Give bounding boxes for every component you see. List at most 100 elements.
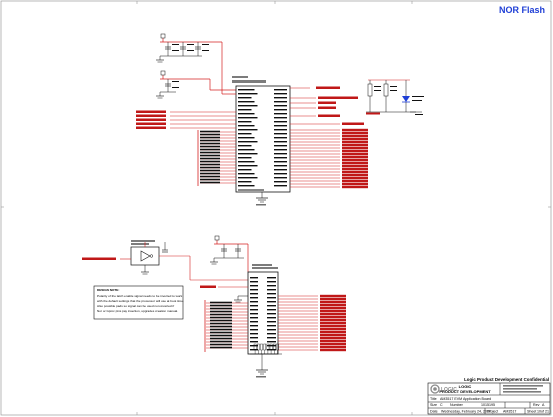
design-note-box: DESIGN NOTE: Polarity of the latch enabl… [93,285,184,320]
note-line-1: Polarity of the latch enable signal need… [97,294,183,298]
pin-label-mark [238,185,255,187]
data-net-label [342,176,368,180]
ground-symbol-top-ic [256,192,268,206]
pin-label-mark [274,93,287,95]
pin-label-mark [274,125,287,127]
address-net-label [210,319,232,322]
of-key: of [541,410,544,414]
data-net-label [342,185,368,189]
data-net-label [342,158,368,162]
pin-label-mark [250,309,258,311]
data-net-label [320,318,346,322]
title-value: AM3517 EVM Application Board [440,397,491,401]
address-net-label [200,148,220,151]
pin-label-mark [267,301,276,303]
address-net-label [200,178,220,181]
address-bus-top [197,130,236,186]
pin-label-mark [274,105,287,107]
pin-label-mark [274,177,287,179]
data-net-label [342,152,368,156]
rev-key: Rev [533,403,540,407]
address-net-label [200,145,220,148]
data-net-label [342,143,368,147]
pin-label-mark [238,157,252,159]
pin-label-mark [238,173,255,175]
pin-label-mark [274,165,287,167]
address-net-label [210,334,232,337]
number-key: Number [450,403,464,407]
project-value: AM3517 [503,410,516,414]
pin-label-mark [238,165,258,167]
latch-enable-net [200,285,248,303]
pin-label-mark [250,313,258,315]
title-key: Title [430,397,437,401]
address-net-label [210,316,232,319]
data-net-label [342,131,368,135]
data-net-label [320,330,346,334]
data-net-label [320,315,346,319]
decoupling-cap-group-bottom [210,235,249,272]
address-net-label [210,346,232,349]
data-net-label [342,137,368,141]
pin-label-mark [238,101,255,103]
pin-label-mark [267,345,276,347]
title-block: Logic Product Development Confidential L… [427,377,551,415]
data-net-label [342,134,368,138]
pin-label-mark [274,161,287,163]
pin-label-mark [238,141,258,143]
data-net-label [320,348,346,352]
size-value: C [440,403,443,407]
pin-label-mark [267,341,276,343]
pin-label-mark [238,153,258,155]
pin-label-mark [250,293,258,295]
pin-label-mark [238,181,252,183]
division-name: PRODUCT DEVELOPMENT [439,389,491,394]
pin-label-mark [274,145,287,147]
pin-label-mark [274,141,287,143]
of-value: 21 [545,410,549,414]
pin-label-mark [267,325,276,327]
pin-label-mark [274,129,287,131]
address-net-label [200,175,220,178]
address-net-label [200,139,220,142]
data-net-label [342,182,368,186]
data-net-label [320,336,346,340]
pin-label-mark [238,145,252,147]
pin-label-mark [250,301,258,303]
data-net-label [320,321,346,325]
data-net-label [342,179,368,183]
data-net-label [320,342,346,346]
pin-label-mark [267,309,276,311]
pin-label-mark [238,177,258,179]
address-net-label [200,133,220,136]
pin-label-mark [274,117,287,119]
pin-label-mark [238,129,258,131]
ground-symbol-bottom-ic [256,354,268,378]
data-net-label [342,146,368,150]
pin-label-mark [274,157,287,159]
pin-label-mark [238,105,258,107]
pin-label-mark [267,289,276,291]
pin-label-mark [267,277,276,279]
address-net-label [200,157,220,160]
address-net-label [200,142,220,145]
address-net-label [210,307,232,310]
address-net-label [200,151,220,154]
data-net-label [342,164,368,168]
sheet-key: Sheet [527,410,536,414]
pin-label-mark [274,153,287,155]
data-net-label [342,173,368,177]
pin-label-mark [238,161,255,163]
pin-label-mark [274,121,287,123]
address-net-label [200,166,220,169]
pin-label-mark [250,305,258,307]
size-key: Size [430,403,437,407]
address-net-label [200,154,220,157]
pin-label-mark [250,281,258,283]
latch-inverter-ic [82,240,248,281]
address-net-label [210,331,232,334]
pin-label-mark [250,325,258,327]
address-net-label [200,130,220,133]
sheet-title: NOR Flash [499,5,545,15]
address-net-label [210,301,232,304]
